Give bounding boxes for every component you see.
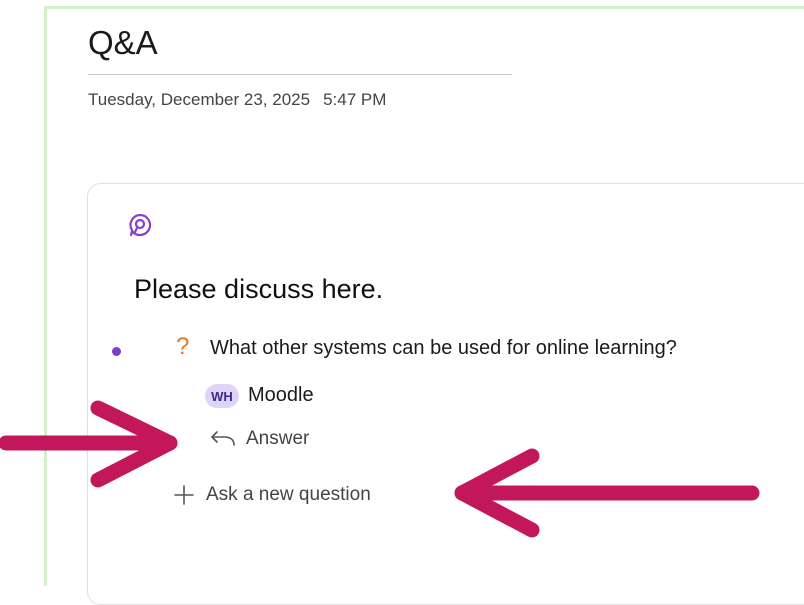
page-date: Tuesday, December 23, 2025: [88, 90, 311, 109]
page-datetime: Tuesday, December 23, 2025 5:47 PM: [88, 90, 386, 110]
title-divider: [88, 74, 512, 75]
page-title: Q&A: [88, 24, 158, 61]
page-time: 5:47 PM: [323, 90, 387, 109]
answer-button[interactable]: Answer: [208, 424, 309, 454]
unread-indicator: [112, 347, 121, 356]
qa-card: [87, 183, 804, 605]
card-heading: Please discuss here.: [134, 274, 384, 304]
ask-question-button[interactable]: Ask a new question: [172, 480, 371, 510]
question-text: What other systems can be used for onlin…: [210, 337, 677, 359]
plus-icon: [174, 485, 194, 505]
ask-question-label: Ask a new question: [206, 484, 371, 505]
loop-component-icon[interactable]: [127, 212, 153, 238]
reply-text: Moodle: [248, 384, 314, 406]
reply-arrow-icon: [211, 431, 235, 446]
avatar: WH: [205, 384, 239, 408]
question-mark-icon: ?: [176, 333, 190, 360]
answer-label: Answer: [246, 428, 310, 449]
